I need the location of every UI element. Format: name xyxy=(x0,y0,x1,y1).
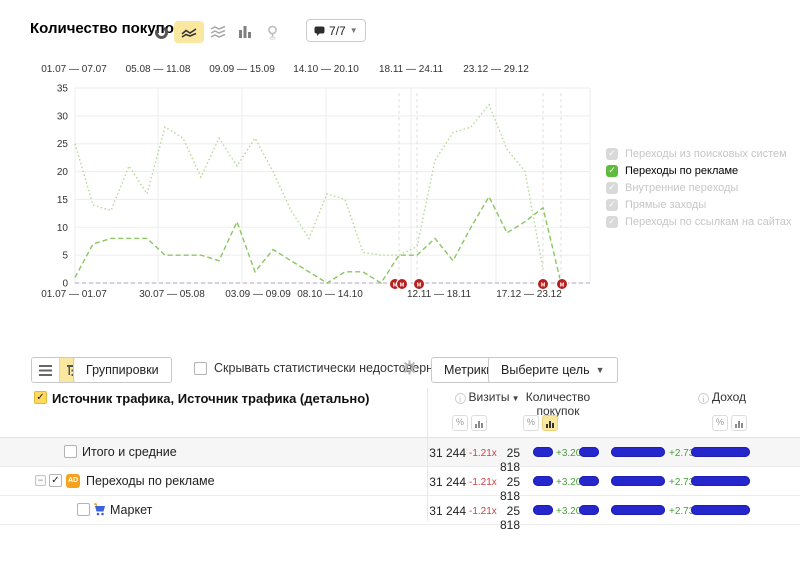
y-tick-label: 25 xyxy=(57,139,69,150)
series-line-dashed[interactable] xyxy=(74,195,562,284)
info-icon[interactable]: i xyxy=(697,393,709,404)
comment-pin-glyph: М xyxy=(400,283,405,289)
comment-pin-glyph: М xyxy=(560,283,565,289)
x-axis-top-label: 09.09 — 15.09 xyxy=(209,64,275,75)
x-axis-bottom-label: 17.12 — 23.12 xyxy=(496,289,562,300)
y-tick-label: 35 xyxy=(57,84,69,95)
table-row[interactable]: Маркет 31 244 -1.21x 25 818 +3.20x +2.73x xyxy=(0,496,800,532)
table-row[interactable]: − ✓ AD Переходы по рекламе 31 244 -1.21x 25 81… xyxy=(0,467,800,503)
groupings-button[interactable]: Группировки xyxy=(73,357,172,383)
market-cart-icon xyxy=(93,503,107,517)
purchases-hidden-value-b xyxy=(579,447,599,457)
x-axis-bottom-label: 12.11 — 18.11 xyxy=(407,289,472,300)
x-axis-top-label: 18.11 — 24.11 xyxy=(379,64,444,75)
visits-value-a: 31 244 xyxy=(429,504,466,518)
y-tick-label: 20 xyxy=(57,167,69,178)
row-label: Итого и средние xyxy=(82,445,177,459)
column-header-revenue[interactable]: i Доход xyxy=(665,390,779,404)
purchases-hidden-value-a xyxy=(533,447,553,457)
percent-mode-button[interactable]: % xyxy=(523,415,539,431)
list-view-icon xyxy=(39,364,52,376)
collapse-button[interactable]: − xyxy=(35,475,46,486)
chart-legend: ✓ Переходы из поисковых систем ✓ Переходы п… xyxy=(606,145,791,230)
legend-checkbox: ✓ xyxy=(606,215,618,228)
legend-label: Переходы из поисковых систем xyxy=(625,147,787,160)
visits-view-mode: % xyxy=(452,415,487,431)
x-axis-top-label: 01.07 — 07.07 xyxy=(41,64,107,75)
legend-checkbox: ✓ xyxy=(606,198,618,211)
x-axis-top-label: 14.10 — 20.10 xyxy=(293,64,359,75)
y-tick-label: 5 xyxy=(62,251,68,262)
legend-item-2[interactable]: ✓ Внутренние переходы xyxy=(606,179,791,196)
revenue-hidden-value-a xyxy=(611,505,665,515)
revenue-hidden-value-b xyxy=(691,447,750,457)
x-axis-bottom-label: 03.09 — 09.09 xyxy=(225,289,291,300)
table-header-row: ✓ Источник трафика, Источник трафика (де… xyxy=(0,388,800,438)
legend-label: Переходы по ссылкам на сайтах xyxy=(625,215,792,228)
revenue-hidden-value-a xyxy=(611,476,665,486)
bars-mode-button[interactable] xyxy=(542,415,558,431)
percent-mode-button[interactable]: % xyxy=(712,415,728,431)
visits-value-a: 31 244 xyxy=(429,475,466,489)
legend-checkbox: ✓ xyxy=(606,147,618,160)
purchases-hidden-value-b xyxy=(579,476,599,486)
x-axis-bottom-label: 01.07 — 01.07 xyxy=(41,289,107,300)
legend-checkbox: ✓ xyxy=(606,181,618,194)
legend-label: Внутренние переходы xyxy=(625,181,739,194)
visits-value-a: 31 244 xyxy=(429,446,466,460)
row-checkbox[interactable] xyxy=(77,503,90,516)
select-goal-button[interactable]: Выберите цель ▼ xyxy=(488,357,618,383)
purchases-view-mode: % xyxy=(523,415,558,431)
legend-checkbox: ✓ xyxy=(606,164,618,177)
x-axis-top-label: 05.08 — 11.08 xyxy=(126,64,191,75)
select-all-checkbox[interactable]: ✓ xyxy=(34,391,47,404)
purchases-hidden-value-a xyxy=(533,476,553,486)
chevron-down-icon: ▼ xyxy=(595,365,605,375)
row-label: Маркет xyxy=(110,503,153,517)
row-label: Переходы по рекламе xyxy=(86,474,215,488)
legend-item-1[interactable]: ✓ Переходы по рекламе xyxy=(606,162,791,179)
row-checkbox[interactable]: ✓ xyxy=(49,474,62,487)
legend-label: Переходы по рекламе xyxy=(625,164,739,177)
x-axis-bottom-label: 30.07 — 05.08 xyxy=(139,289,205,300)
comment-pin-glyph: М xyxy=(541,283,546,289)
select-goal-label: Выберите цель xyxy=(501,363,590,377)
column-header-purchases[interactable]: Количество покупок xyxy=(505,390,611,418)
visits-value-b: 25 818 xyxy=(499,504,520,532)
bars-mode-button[interactable] xyxy=(731,415,747,431)
revenue-hidden-value-b xyxy=(691,505,750,515)
y-tick-label: 0 xyxy=(62,279,68,290)
yandex-direct-ad-icon: AD xyxy=(66,474,80,488)
x-axis-bottom-label: 08.10 — 14.10 xyxy=(297,289,363,300)
legend-item-3[interactable]: ✓ Прямые заходы xyxy=(606,196,791,213)
bars-mode-button[interactable] xyxy=(471,415,487,431)
legend-label: Прямые заходы xyxy=(625,198,707,211)
revenue-hidden-value-a xyxy=(611,447,665,457)
legend-item-0[interactable]: ✓ Переходы из поисковых систем xyxy=(606,145,791,162)
purchases-hidden-value-a xyxy=(533,505,553,515)
percent-mode-button[interactable]: % xyxy=(452,415,468,431)
y-tick-label: 10 xyxy=(57,223,69,234)
info-icon[interactable]: i xyxy=(454,393,466,404)
checkbox-box xyxy=(194,361,207,375)
table-row[interactable]: Итого и средние 31 244 -1.21x 25 818 +3.20x +… xyxy=(0,438,800,474)
y-tick-label: 15 xyxy=(57,195,69,206)
series-line-dotted[interactable] xyxy=(74,103,544,270)
legend-item-4[interactable]: ✓ Переходы по ссылкам на сайтах xyxy=(606,213,791,230)
x-axis-top-label: 23.12 — 29.12 xyxy=(463,64,529,75)
table-divider xyxy=(427,388,428,521)
list-view-button[interactable] xyxy=(32,358,59,382)
comment-pin-glyph: М xyxy=(417,283,422,289)
purchases-hidden-value-b xyxy=(579,505,599,515)
settings-gear-icon[interactable] xyxy=(402,360,417,375)
revenue-view-mode: % xyxy=(712,415,747,431)
dimension-header: Источник трафика, Источник трафика (дета… xyxy=(52,391,370,406)
revenue-hidden-value-b xyxy=(691,476,750,486)
table-body: Итого и средние 31 244 -1.21x 25 818 +3.20x +… xyxy=(0,438,800,532)
y-tick-label: 30 xyxy=(57,111,69,122)
data-table: ✓ Источник трафика, Источник трафика (де… xyxy=(0,388,800,532)
row-checkbox[interactable] xyxy=(64,445,77,458)
